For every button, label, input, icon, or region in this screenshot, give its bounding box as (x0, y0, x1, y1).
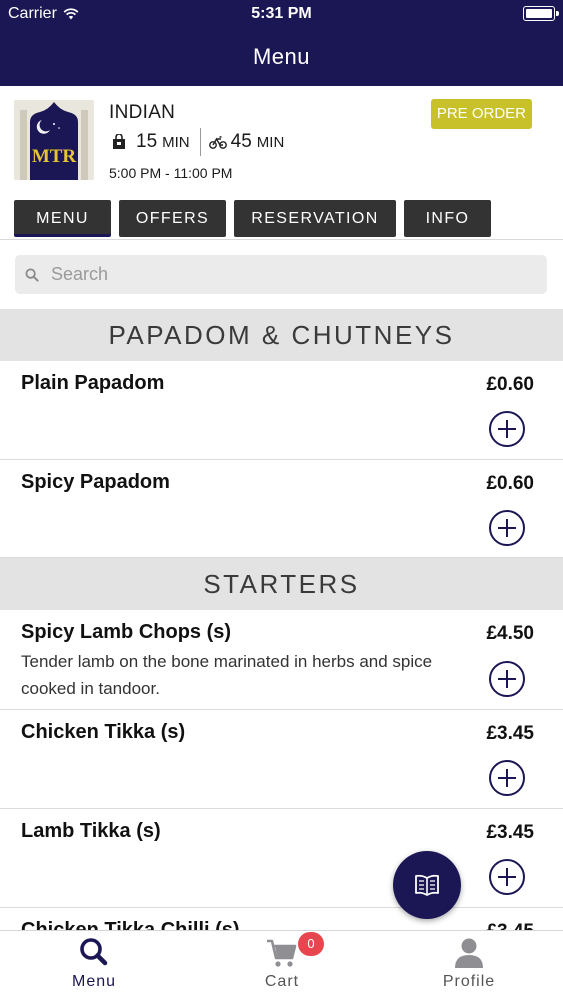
menu-item[interactable]: Lamb Tikka (s) £3.45 (0, 809, 563, 908)
menu-item[interactable]: Spicy Lamb Chops (s) £4.50 Tender lamb o… (0, 610, 563, 710)
menu-item[interactable]: Plain Papadom £0.60 (0, 361, 563, 460)
menu-tabs: MENU OFFERS RESERVATION INFO (14, 200, 491, 237)
item-price: £4.50 (486, 623, 534, 644)
menu-item[interactable]: Spicy Papadom £0.60 (0, 460, 563, 558)
bottom-tab-label: Cart (264, 973, 300, 990)
tab-info[interactable]: INFO (404, 200, 491, 237)
delivery-time-unit: MIN (256, 133, 285, 151)
bottom-tab-cart[interactable]: Cart (188, 931, 376, 1000)
item-name: Spicy Lamb Chops (s) (21, 621, 232, 643)
cart-icon (267, 939, 297, 967)
add-item-button[interactable] (489, 859, 525, 895)
tab-offers[interactable]: OFFERS (119, 200, 226, 237)
add-item-button[interactable] (489, 510, 525, 546)
item-name: Lamb Tikka (s) (21, 820, 161, 842)
page-title: Menu (252, 44, 311, 69)
add-item-button[interactable] (489, 411, 525, 447)
add-item-button[interactable] (489, 760, 525, 796)
item-price: £3.45 (486, 723, 534, 744)
bottom-tab-label: Profile (442, 973, 496, 990)
delivery-time: 45 (230, 131, 252, 152)
divider (199, 128, 201, 156)
section-header: STARTERS (0, 558, 563, 610)
item-price: £0.60 (486, 473, 534, 494)
clock: 5:31 PM (251, 5, 312, 22)
bottom-tab-profile[interactable]: Profile (375, 931, 563, 1000)
bottom-tab-bar: Menu Cart Profile (0, 930, 563, 1000)
status-bar: Carrier 5:31 PM (0, 0, 563, 28)
add-item-button[interactable] (489, 661, 525, 697)
item-price: £0.60 (486, 374, 534, 395)
search-input[interactable] (51, 264, 531, 285)
restaurant-logo: MTR (14, 100, 94, 180)
search-icon (25, 268, 39, 282)
book-icon (415, 874, 439, 896)
bicycle-icon (208, 136, 227, 149)
bottom-tab-label: Menu (71, 973, 117, 990)
delivery-times: 15 MIN 45 MIN (111, 128, 284, 156)
item-name: Spicy Papadom (21, 471, 170, 493)
top-bar: Carrier 5:31 PM Menu (0, 0, 563, 86)
pre-order-button[interactable]: PRE ORDER (430, 99, 532, 129)
collection-time-unit: MIN (162, 133, 190, 151)
search-icon (80, 938, 108, 966)
collection-time: 15 (136, 131, 158, 152)
bag-icon (113, 134, 125, 149)
tab-reservation[interactable]: RESERVATION (234, 200, 396, 237)
divider (0, 239, 563, 240)
menu-item[interactable]: Chicken Tikka (s) £3.45 (0, 710, 563, 809)
item-description: Tender lamb on the bone marinated in her… (21, 652, 433, 698)
bottom-tab-menu[interactable]: Menu (0, 931, 188, 1000)
section-header: PAPADOM & CHUTNEYS (0, 309, 563, 361)
menu-book-button[interactable] (393, 851, 461, 919)
item-name: Chicken Tikka (s) (21, 721, 186, 743)
item-name: Plain Papadom (21, 372, 165, 394)
cuisine-label: INDIAN (109, 102, 176, 123)
profile-icon (455, 938, 483, 968)
tab-menu[interactable]: MENU (14, 200, 111, 237)
logo-text: MTR (32, 146, 77, 167)
search-bar[interactable] (15, 255, 547, 294)
restaurant-header: MTR INDIAN 15 MIN 45 MIN 5:00 PM - 11:00… (0, 88, 563, 198)
battery-icon (523, 6, 559, 21)
opening-hours: 5:00 PM - 11:00 PM (109, 165, 233, 181)
cart-count-badge: 0 (298, 932, 324, 956)
item-price: £3.45 (486, 822, 534, 843)
